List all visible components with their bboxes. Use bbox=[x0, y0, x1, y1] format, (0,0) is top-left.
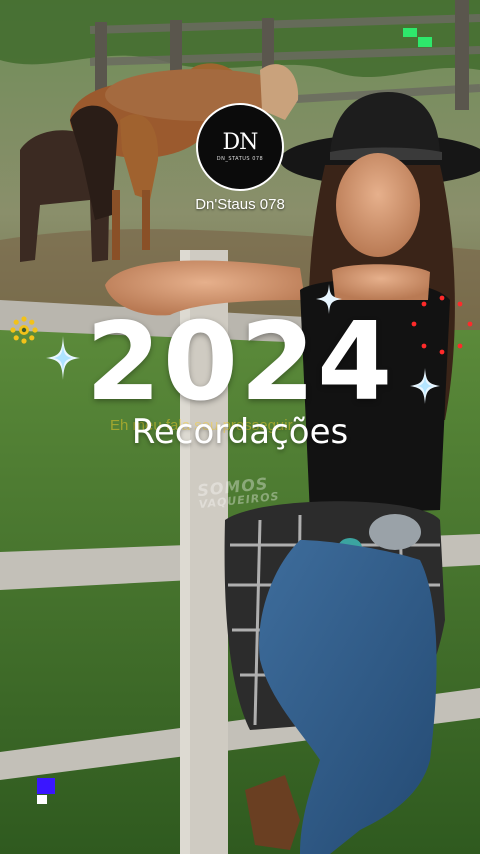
story-canvas: DN DN_STATUS 078 Dn'Staus 078 2024 Eh me… bbox=[0, 0, 480, 854]
year-title: 2024 bbox=[85, 300, 395, 425]
avatar-caption: DN_STATUS 078 bbox=[216, 156, 264, 162]
pixel-decoration-blue bbox=[37, 778, 55, 794]
memories-subtitle: Recordações bbox=[131, 412, 349, 452]
pixel-decoration-green bbox=[418, 37, 432, 47]
username-label[interactable]: Dn'Staus 078 bbox=[0, 196, 480, 213]
pixel-decoration-green bbox=[403, 28, 417, 37]
avatar[interactable]: DN DN_STATUS 078 bbox=[196, 103, 284, 191]
pixel-decoration-white bbox=[37, 795, 47, 804]
avatar-monogram: DN bbox=[222, 130, 259, 155]
